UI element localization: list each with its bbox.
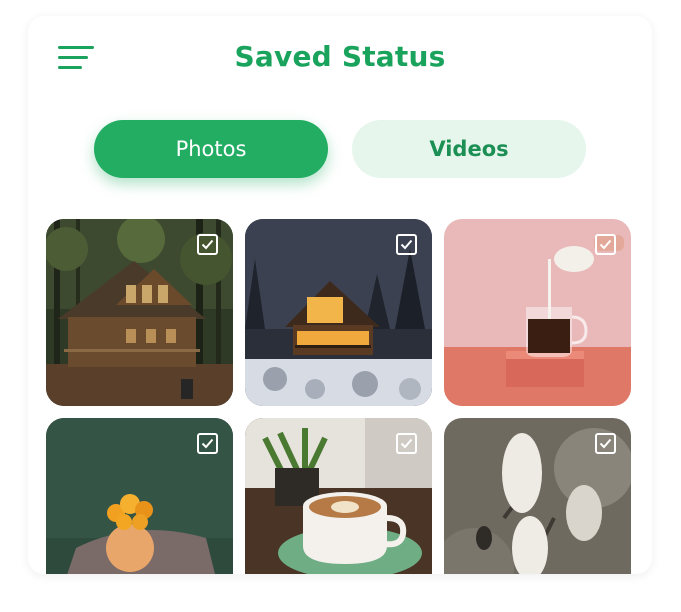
photo-tile[interactable] <box>245 418 432 574</box>
photo-tile[interactable] <box>46 418 233 574</box>
checkmark-icon <box>400 239 413 250</box>
selected-checkbox[interactable] <box>595 234 616 255</box>
tab-photos[interactable]: Photos <box>94 120 328 178</box>
selected-checkbox[interactable] <box>396 433 417 454</box>
checkmark-icon <box>201 438 214 449</box>
checkmark-icon <box>400 438 413 449</box>
selected-checkbox[interactable] <box>595 433 616 454</box>
selected-checkbox[interactable] <box>197 433 218 454</box>
checkmark-icon <box>599 239 612 250</box>
photo-tile[interactable] <box>245 219 432 406</box>
checkmark-icon <box>201 239 214 250</box>
saved-status-screen: Saved Status Photos Videos <box>28 16 652 574</box>
photo-tile[interactable] <box>444 219 631 406</box>
checkmark-icon <box>599 438 612 449</box>
selected-checkbox[interactable] <box>396 234 417 255</box>
selected-checkbox[interactable] <box>197 234 218 255</box>
photo-tile[interactable] <box>46 219 233 406</box>
tab-videos[interactable]: Videos <box>352 120 586 178</box>
page-title: Saved Status <box>234 40 446 73</box>
photo-tile[interactable] <box>444 418 631 574</box>
